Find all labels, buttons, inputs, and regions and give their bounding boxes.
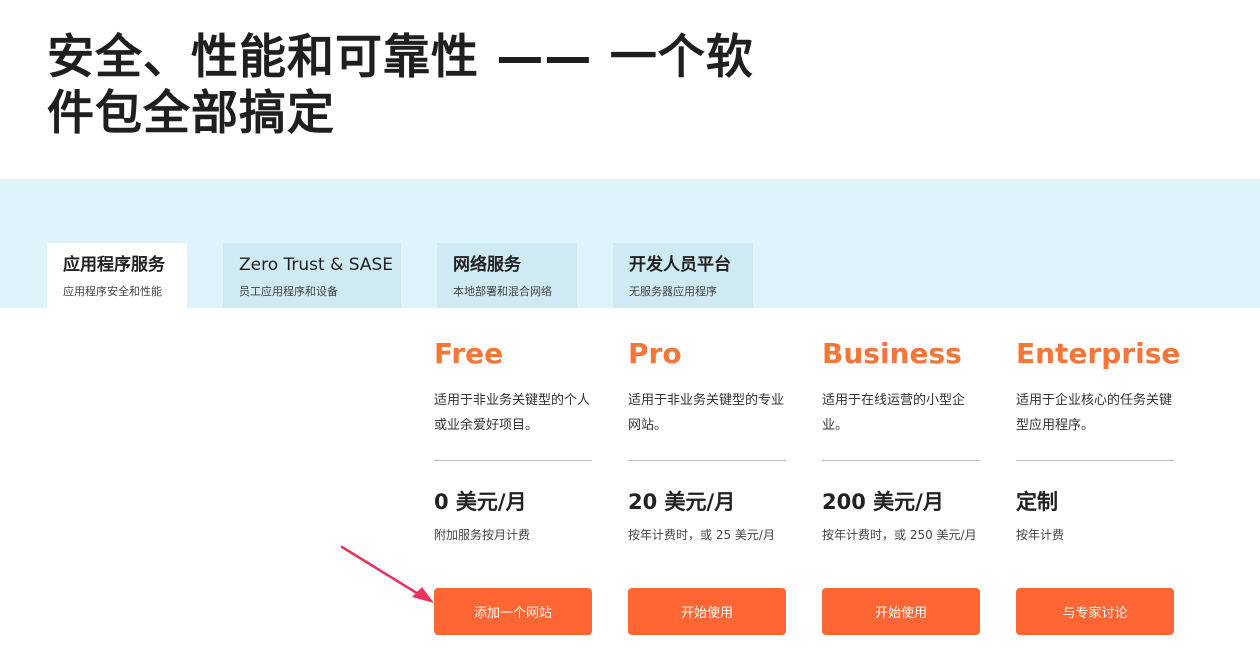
plan-description: 适用于在线运营的小型企业。 [822, 393, 966, 433]
tab-developer-platform[interactable]: 开发人员平台 无服务器应用程序 [613, 243, 753, 308]
tab-zero-trust-sase[interactable]: Zero Trust & SASE 员工应用程序和设备 [223, 243, 401, 308]
tab-sublabel: 应用程序安全和性能 [63, 285, 162, 298]
plan-name: Business [822, 337, 962, 370]
tab-label: 应用程序服务 [63, 255, 165, 275]
plan-billing-note: 按年计费时，或 25 美元/月 [628, 528, 775, 542]
tab-network-services[interactable]: 网络服务 本地部署和混合网络 [437, 243, 577, 308]
plan-card-free: Free 适用于非业务关键型的个人或业余爱好项目。 0 美元/月 附加服务按月计… [434, 336, 592, 635]
pointer-arrow-icon [340, 545, 434, 603]
plan-billing-note: 附加服务按月计费 [434, 528, 531, 542]
tab-label: 网络服务 [453, 255, 521, 275]
headline-line-1: 安全、性能和可靠性 —— 一个软 [47, 30, 754, 85]
plan-billing-note: 按年计费 [1016, 528, 1065, 542]
plan-name: Enterprise [1016, 337, 1181, 370]
plan-description: 适用于非业务关键型的专业网站。 [628, 393, 785, 433]
get-started-button[interactable]: 开始使用 [628, 588, 786, 635]
tab-sublabel: 无服务器应用程序 [629, 285, 717, 298]
page-headline: 安全、性能和可靠性 —— 一个软 件包全部搞定 [47, 30, 767, 142]
plan-price: 20 美元/月 [628, 490, 736, 514]
tab-label: 开发人员平台 [629, 255, 731, 275]
plan-divider [434, 460, 592, 461]
plan-divider [822, 460, 980, 461]
plan-divider [628, 460, 786, 461]
plan-card-pro: Pro 适用于非业务关键型的专业网站。 20 美元/月 按年计费时，或 25 美… [628, 336, 786, 635]
plan-card-business: Business 适用于在线运营的小型企业。 200 美元/月 按年计费时，或 … [822, 336, 980, 635]
plan-description: 适用于非业务关键型的个人或业余爱好项目。 [434, 393, 591, 433]
plan-price: 定制 [1016, 490, 1058, 514]
plan-name: Free [434, 337, 504, 370]
plan-billing-note: 按年计费时，或 250 美元/月 [822, 528, 977, 542]
headline-line-2: 件包全部搞定 [47, 86, 335, 141]
plan-price: 200 美元/月 [822, 490, 944, 514]
contact-expert-button[interactable]: 与专家讨论 [1016, 588, 1174, 635]
tab-label: Zero Trust & SASE [239, 255, 394, 275]
plan-divider [1016, 460, 1174, 461]
plan-card-enterprise: Enterprise 适用于企业核心的任务关键型应用程序。 定制 按年计费 与专… [1016, 336, 1181, 635]
tab-sublabel: 本地部署和混合网络 [453, 285, 552, 298]
plan-price: 0 美元/月 [434, 490, 527, 514]
add-site-button[interactable]: 添加一个网站 [434, 588, 592, 635]
plan-name: Pro [628, 337, 682, 370]
tab-sublabel: 员工应用程序和设备 [239, 285, 338, 298]
plan-description: 适用于企业核心的任务关键型应用程序。 [1016, 393, 1173, 433]
get-started-button[interactable]: 开始使用 [822, 588, 980, 635]
tab-application-services[interactable]: 应用程序服务 应用程序安全和性能 [47, 243, 187, 308]
